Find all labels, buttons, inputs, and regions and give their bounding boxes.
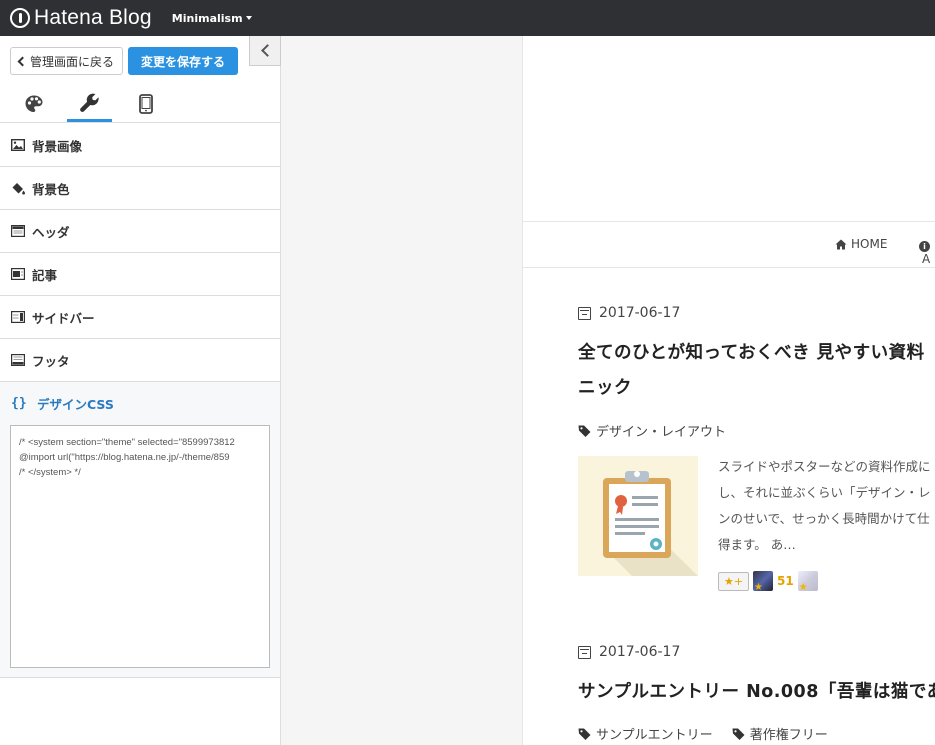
entry-title[interactable]: サンプルエントリー No.008「吾輩は猫であ	[578, 675, 935, 710]
menu-background-color[interactable]: 背景色	[0, 167, 280, 210]
user-avatar[interactable]: ★	[797, 571, 818, 593]
paint-bucket-icon	[11, 182, 26, 195]
menu-label: サイドバー	[32, 310, 95, 326]
tab-theme[interactable]	[11, 86, 56, 122]
menu-article[interactable]: 記事	[0, 253, 280, 296]
info-icon: i	[919, 241, 930, 252]
calendar-icon	[578, 645, 591, 659]
entry-date: 2017-06-17	[578, 305, 680, 321]
tab-smartphone[interactable]	[123, 86, 168, 122]
blog-header-area	[523, 36, 935, 222]
tab-customize[interactable]	[67, 86, 112, 122]
chevron-left-icon	[17, 56, 28, 66]
tag-icon	[578, 425, 591, 437]
entry-tag-label: 著作権フリー	[749, 728, 828, 743]
back-button-label: 管理画面に戻る	[30, 54, 115, 69]
star-icon: ★	[798, 582, 808, 593]
panel-tabs	[0, 86, 280, 123]
menu-label: フッタ	[32, 353, 70, 369]
design-css-section: /* <system section="theme" selected="859…	[0, 425, 280, 678]
nav-home-label: HOME	[851, 237, 888, 251]
article-layout-icon	[11, 268, 26, 280]
hatena-logo-icon	[10, 8, 30, 28]
caret-down-icon	[245, 16, 252, 20]
entry-date-text: 2017-06-17	[599, 644, 681, 660]
entry-title[interactable]: 全てのひとが知っておくべき 見やすい資料 ニック	[578, 336, 925, 406]
panel-header: 管理画面に戻る 変更を保存する	[0, 36, 281, 124]
excerpt-line: ンのせいで、せっかく長時間かけて仕	[718, 511, 930, 526]
entry-title-line[interactable]: サンプルエントリー No.008「吾輩は猫であ	[578, 675, 935, 710]
palette-icon	[25, 95, 42, 112]
theme-dropdown[interactable]: Minimalism	[172, 12, 252, 25]
tag-icon	[732, 728, 745, 740]
entry-date: 2017-06-17	[578, 644, 680, 660]
braces-icon: {}	[11, 396, 27, 411]
wrench-icon	[79, 93, 99, 112]
entry-tag[interactable]: 著作権フリー	[732, 724, 828, 743]
menu-label: ヘッダ	[32, 224, 70, 240]
excerpt-line: スライドやポスターなどの資料作成に	[718, 459, 931, 474]
nav-about-link[interactable]: i A	[919, 237, 935, 266]
menu-label: デザインCSS	[37, 397, 114, 412]
hatena-blog-logo[interactable]: Hatena Blog	[10, 6, 152, 30]
design-css-textarea[interactable]: /* <system section="theme" selected="859…	[10, 425, 270, 668]
entry-thumbnail[interactable]	[578, 456, 698, 576]
brand-text: Hatena Blog	[34, 6, 152, 29]
menu-footer[interactable]: フッタ	[0, 339, 280, 382]
tag-icon	[578, 728, 591, 740]
entry-tags: デザイン・レイアウト	[578, 421, 740, 441]
blog-preview: HOME i A 2017-06-17 全てのひとが知っておくべき 見やすい資料…	[522, 36, 935, 745]
sidebar-layout-icon	[11, 311, 26, 323]
theme-name: Minimalism	[171, 11, 243, 25]
footer-layout-icon	[11, 354, 26, 366]
entry-tag[interactable]: デザイン・レイアウト	[578, 421, 726, 440]
chevron-left-icon	[260, 44, 274, 57]
calendar-icon	[578, 306, 591, 320]
menu-header[interactable]: ヘッダ	[0, 210, 280, 253]
entry-title-line[interactable]: ニック	[578, 371, 925, 406]
entry-tag-label: デザイン・レイアウト	[596, 425, 727, 440]
entry-excerpt: スライドやポスターなどの資料作成に し、それに並ぶくらい「デザイン・レ ンのせい…	[718, 454, 931, 558]
star-count[interactable]: 51	[777, 574, 794, 588]
entry-title-line[interactable]: 全てのひとが知っておくべき 見やすい資料	[578, 336, 925, 371]
entry-tags: サンプルエントリー 著作権フリー	[578, 724, 842, 744]
back-to-admin-button[interactable]: 管理画面に戻る	[10, 47, 124, 75]
collapse-panel-button[interactable]	[249, 36, 281, 66]
smartphone-icon	[138, 94, 153, 114]
entry-tag[interactable]: サンプルエントリー	[578, 724, 713, 743]
entry-tag-label: サンプルエントリー	[596, 728, 713, 743]
home-icon	[835, 239, 847, 249]
nav-home-link[interactable]: HOME	[835, 237, 887, 251]
hatena-stars: ★+ ★ 51 ★	[718, 571, 818, 593]
header-layout-icon	[11, 225, 26, 237]
add-star-button[interactable]: ★+	[718, 571, 749, 591]
image-icon	[11, 139, 26, 151]
design-settings-panel: 管理画面に戻る 変更を保存する 背景画像 背景色 ヘッダ 記事 サイドバー フッ…	[0, 36, 281, 745]
user-avatar[interactable]: ★	[753, 571, 773, 593]
top-bar: Hatena Blog Minimalism	[0, 0, 935, 36]
menu-label: 背景画像	[32, 138, 83, 154]
global-nav: HOME i A	[523, 222, 935, 268]
entry-date-text: 2017-06-17	[599, 305, 681, 321]
menu-label: 記事	[32, 267, 58, 283]
excerpt-line: し、それに並ぶくらい「デザイン・レ	[718, 485, 931, 500]
nav-about-label: A	[922, 252, 931, 266]
menu-sidebar[interactable]: サイドバー	[0, 296, 280, 339]
save-changes-button[interactable]: 変更を保存する	[128, 47, 238, 75]
menu-background-image[interactable]: 背景画像	[0, 124, 280, 167]
excerpt-line: 得ます。 あ…	[718, 537, 796, 552]
star-icon: ★	[754, 582, 763, 593]
menu-design-css[interactable]: {} デザインCSS	[0, 382, 280, 425]
menu-label: 背景色	[32, 181, 70, 197]
clipboard-illustration-icon	[603, 471, 698, 576]
